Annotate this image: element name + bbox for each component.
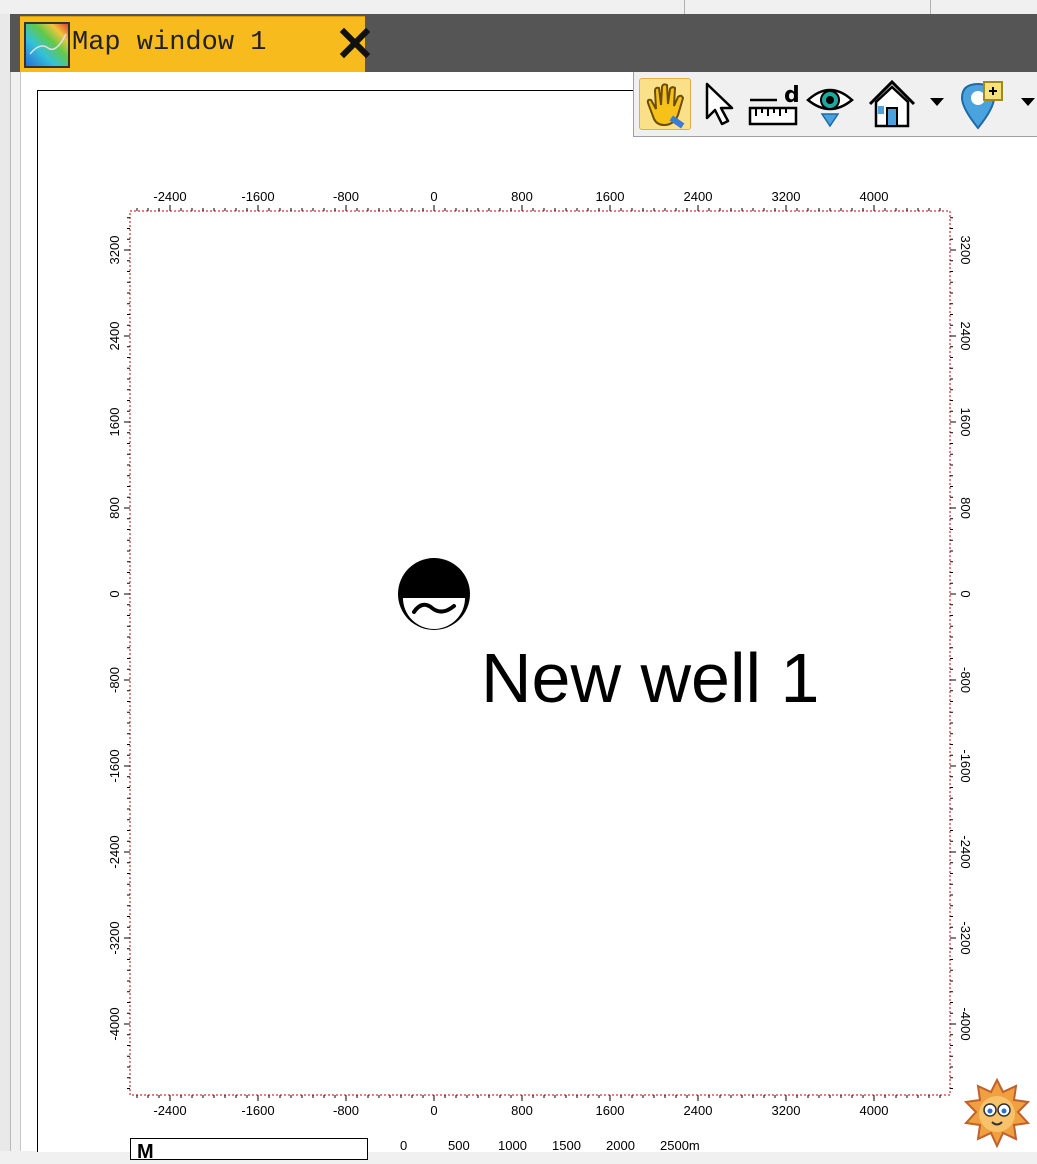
map-plot[interactable]: -2400 -2400 -1600 -1600 -800 -800 0 0 800 800 1600…	[0, 0, 1037, 1151]
y-tick-label-right: -3200	[958, 921, 973, 954]
y-tick-label-right: -1600	[958, 749, 973, 782]
ruler-measure-icon: d	[748, 83, 800, 126]
scale-bar: 0 500 1000 1500 2000 2500m	[380, 1138, 760, 1153]
measure-tool-button[interactable]: d	[747, 78, 800, 130]
x-tick-label-top: 3200	[772, 189, 801, 204]
y-tick-label-left: 0	[107, 590, 122, 597]
x-tick-label-bottom: 4000	[860, 1103, 889, 1118]
y-tick-label-left: -800	[107, 667, 122, 693]
scale-legend-box: M	[130, 1138, 368, 1163]
select-tool-button[interactable]	[695, 78, 747, 130]
home-tool-button[interactable]	[866, 78, 918, 130]
x-tick-label-top: 800	[511, 189, 533, 204]
map-toolbar: d	[633, 72, 1037, 137]
cursor-arrow-icon	[705, 82, 734, 126]
y-tick-label-right: 2400	[958, 322, 973, 351]
map-pin-icon	[960, 81, 1003, 130]
x-tick-label-bottom: 1600	[596, 1103, 625, 1118]
well-label: New well 1	[481, 639, 819, 717]
y-tick-label-left: 1600	[107, 408, 122, 437]
marker-tool-button[interactable]	[956, 78, 1008, 130]
x-tick-label-bottom: 3200	[772, 1103, 801, 1118]
x-tick-label-top: -800	[333, 189, 359, 204]
y-tick-label-right: 800	[958, 497, 973, 519]
x-tick-label-bottom: 2400	[684, 1103, 713, 1118]
y-tick-label-right: 3200	[958, 236, 973, 265]
x-tick-label-top: -2400	[153, 189, 186, 204]
x-tick-label-top: 1600	[596, 189, 625, 204]
x-tick-label-bottom: -1600	[241, 1103, 274, 1118]
y-tick-label-left: -2400	[107, 835, 122, 868]
assistant-mascot-icon[interactable]	[962, 1077, 1032, 1149]
x-tick-label-top: 4000	[860, 189, 889, 204]
view-tool-button[interactable]	[804, 78, 856, 130]
hand-icon	[646, 83, 685, 129]
y-tick-label-left: -4000	[107, 1007, 122, 1040]
x-tick-label-top: 0	[430, 189, 437, 204]
y-tick-label-left: -3200	[107, 921, 122, 954]
y-tick-label-right: -4000	[958, 1007, 973, 1040]
y-tick-label-right: -2400	[958, 835, 973, 868]
pan-tool-button[interactable]	[639, 78, 691, 130]
scale-unit-label: M	[137, 1141, 154, 1163]
x-tick-label-bottom: -800	[333, 1103, 359, 1118]
y-tick-label-left: 2400	[107, 322, 122, 351]
marker-dropdown-arrow[interactable]	[1021, 98, 1035, 106]
y-tick-label-left: -1600	[107, 749, 122, 782]
y-tick-label-left: 3200	[107, 236, 122, 265]
x-tick-label-top: 2400	[684, 189, 713, 204]
x-tick-label-bottom: 0	[430, 1103, 437, 1118]
home-icon	[868, 79, 916, 128]
home-dropdown-arrow[interactable]	[930, 98, 944, 106]
y-tick-label-left: 800	[107, 497, 122, 519]
x-tick-label-top: -1600	[241, 189, 274, 204]
eye-view-icon	[806, 88, 854, 128]
y-tick-label-right: -800	[958, 667, 973, 693]
y-tick-label-right: 1600	[958, 408, 973, 437]
svg-text:d: d	[784, 83, 799, 108]
y-tick-label-right: 0	[958, 590, 973, 597]
x-tick-label-bottom: 800	[511, 1103, 533, 1118]
x-tick-label-bottom: -2400	[153, 1103, 186, 1118]
